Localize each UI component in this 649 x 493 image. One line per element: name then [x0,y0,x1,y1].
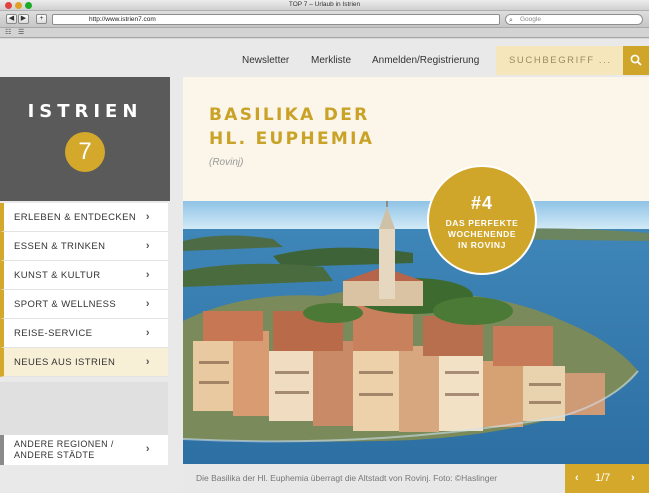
forward-button[interactable]: ▶ [18,14,29,24]
menu-item-sport[interactable]: SPORT & WELLNESS › [0,290,168,319]
chevron-right-icon: › [145,327,150,339]
chevron-right-icon: › [145,240,150,252]
chevron-right-icon: › [145,269,150,281]
browser-search-field[interactable]: ⌕ Google [505,14,643,25]
rank-label-line3: IN ROVINJ [458,240,506,250]
chevron-right-icon[interactable]: › [631,464,635,493]
rovinj-photo-illustration [183,201,649,464]
article-title-line2: HL. EUPHEMIA [209,129,375,149]
article-panel: BASILIKA DER HL. EUPHEMIA (Rovinj) #4 DA… [183,77,649,493]
web-page: Newsletter Merkliste Anmelden/Registrier… [0,39,649,493]
rank-label: DAS PERFEKTE WOCHENENDE IN ROVINJ [429,218,535,251]
window-titlebar: TOP 7 – Urlaub in Istrien [0,0,649,11]
article-title: BASILIKA DER HL. EUPHEMIA [209,103,449,151]
menu-item-other-regions[interactable]: ANDERE REGIONEN / ANDERE STÄDTE › [0,435,168,465]
sidebar-spacer [0,382,168,435]
chevron-left-icon[interactable]: ‹ [575,464,579,493]
browser-toolbar: ◀ ▶ + http://www.istrien7.com ⌕ Google [0,11,649,28]
gallery-pager: ‹ 1/7 › [565,464,649,493]
photo-caption: Die Basilika der Hl. Euphemia überragt d… [183,464,565,493]
menu-item-label-line1: ANDERE REGIONEN / [14,439,114,449]
rank-label-line1: DAS PERFEKTE [445,218,519,228]
menu-item-label: ESSEN & TRINKEN [14,241,106,252]
rank-number: #4 [470,193,494,213]
logo-title: ISTRIEN [27,101,143,122]
chevron-right-icon: › [145,211,150,223]
menu-item-reise[interactable]: REISE-SERVICE › [0,319,168,348]
search-icon: ⌕ [509,17,513,24]
nav-link-newsletter[interactable]: Newsletter [242,55,289,66]
article-photo[interactable] [183,201,649,464]
site-search-button[interactable] [623,46,649,75]
menu-item-label-line2: ANDERE STÄDTE [14,450,95,460]
menu-item-label: REISE-SERVICE [14,328,93,339]
logo-number-badge: 7 [65,132,105,172]
open-book-icon[interactable]: ☷ [5,29,11,37]
menu-item-label: SPORT & WELLNESS [14,299,117,310]
site-logo[interactable]: ISTRIEN 7 [0,77,170,201]
browser-search-placeholder: Google [520,16,541,23]
rank-label-line2: WOCHENENDE [447,229,517,239]
url-text: http://www.istrien7.com [89,16,156,23]
menu-item-label: NEUES AUS ISTRIEN [14,357,116,368]
search-icon [630,54,642,66]
add-tab-button[interactable]: + [36,14,47,24]
menu-item-erleben[interactable]: ERLEBEN & ENTDECKEN › [0,203,168,232]
bookmarks-bar: ☷ ☰ [0,28,649,38]
article-rank-badge: #4 DAS PERFEKTE WOCHENENDE IN ROVINJ [427,165,537,275]
menu-item-label: ERLEBEN & ENTDECKEN [14,212,137,223]
menu-item-essen[interactable]: ESSEN & TRINKEN › [0,232,168,261]
grid-icon[interactable]: ☰ [18,29,24,37]
article-title-line1: BASILIKA DER [209,105,370,125]
nav-link-login[interactable]: Anmelden/Registrierung [372,55,479,66]
chevron-right-icon: › [145,356,150,368]
site-search-input[interactable]: SUCHBEGRIFF ... [496,46,623,75]
gallery-counter: 1/7 [595,472,611,484]
window-title: TOP 7 – Urlaub in Istrien [288,1,361,8]
chevron-right-icon: › [145,298,150,310]
menu-item-kunst[interactable]: KUNST & KULTUR › [0,261,168,290]
back-button[interactable]: ◀ [6,14,17,24]
article-location: (Rovinj) [209,157,244,168]
chevron-right-icon: › [145,443,150,455]
menu-item-label: KUNST & KULTUR [14,270,101,281]
nav-link-merkliste[interactable]: Merkliste [311,55,351,66]
url-bar[interactable]: http://www.istrien7.com [52,14,500,25]
menu-item-neues[interactable]: NEUES AUS ISTRIEN › [0,348,168,377]
